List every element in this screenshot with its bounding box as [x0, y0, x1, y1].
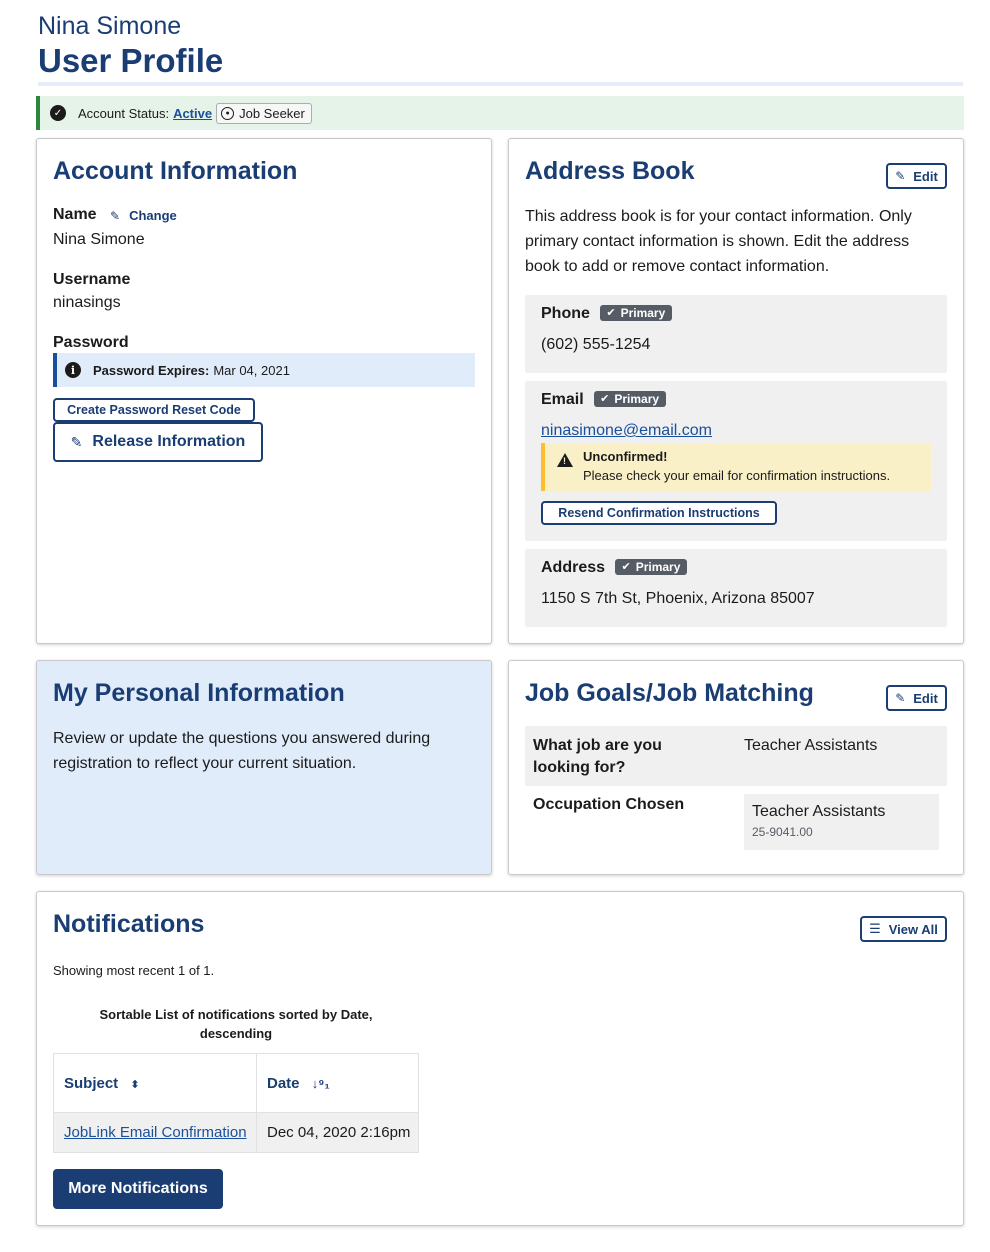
- warning-icon: !: [557, 453, 573, 467]
- info-icon: i: [65, 362, 81, 378]
- resend-confirmation-label: Resend Confirmation Instructions: [558, 506, 760, 520]
- account-information-title: Account Information: [53, 157, 298, 185]
- title-divider: [38, 82, 963, 86]
- phone-heading: Phone ✔ Primary: [541, 304, 673, 323]
- role-tag: ● Job Seeker: [216, 102, 312, 124]
- release-information-label: Release Information: [92, 433, 246, 450]
- unconfirmed-email-warning: ! Unconfirmed! Please check your email f…: [541, 443, 931, 491]
- user-name: Nina Simone: [38, 12, 182, 40]
- name-value: Nina Simone: [53, 231, 145, 248]
- job-goals-edit-label: Edit: [913, 690, 938, 706]
- notifications-table: Subject ⬍ Date ↓⁹₁ JobLink Email Confirm…: [53, 1053, 419, 1153]
- occupation-name: Teacher Assistants: [752, 803, 886, 820]
- more-notifications-button[interactable]: More Notifications: [53, 1169, 223, 1209]
- address-book-edit-button[interactable]: ✎ Edit: [886, 163, 947, 189]
- job-goals-edit-button[interactable]: ✎ Edit: [886, 685, 947, 711]
- view-all-button[interactable]: ☰ View All: [860, 916, 947, 942]
- notification-subject-link[interactable]: JobLink Email Confirmation: [64, 1124, 247, 1141]
- name-label: Name: [53, 206, 97, 223]
- create-password-reset-code-label: Create Password Reset Code: [67, 403, 241, 417]
- job-sought-label: What job are you looking for?: [533, 737, 662, 776]
- username-value: ninasings: [53, 294, 121, 311]
- occupation-chosen-box: Teacher Assistants 25-9041.00: [744, 794, 939, 850]
- subject-header-label: Subject: [64, 1074, 119, 1092]
- pencil-icon: ✎: [895, 169, 906, 183]
- password-label: Password: [53, 334, 129, 351]
- primary-badge: ✔ Primary: [600, 304, 673, 321]
- primary-label: Primary: [635, 559, 681, 574]
- address-value: 1150 S 7th St, Phoenix, Arizona 85007: [541, 590, 815, 607]
- view-all-label: View All: [888, 921, 938, 937]
- account-status-alert: ✓ Account Status: Active ● Job Seeker: [36, 96, 964, 130]
- checkmark-icon: ✔: [600, 393, 610, 405]
- table-caption: Sortable List of notifications sorted by…: [99, 1007, 373, 1041]
- role-label: Job Seeker: [239, 105, 305, 121]
- release-information-button[interactable]: ✎ Release Information: [53, 422, 263, 462]
- phone-value: (602) 555-1254: [541, 336, 651, 353]
- primary-badge: ✔ Primary: [615, 558, 688, 575]
- address-label: Address: [541, 559, 606, 576]
- more-notifications-label: More Notifications: [68, 1180, 208, 1197]
- subject-column-header[interactable]: Subject ⬍: [53, 1053, 257, 1113]
- primary-label: Primary: [614, 391, 660, 406]
- address-book-description: This address book is for your contact in…: [525, 208, 912, 275]
- check-circle-icon: ✓: [50, 105, 66, 121]
- page-title: User Profile: [38, 42, 224, 79]
- notifications-title: Notifications: [53, 910, 205, 938]
- date-column-header[interactable]: Date ↓⁹₁: [256, 1053, 419, 1113]
- job-goals-title: Job Goals/Job Matching: [525, 679, 814, 707]
- showing-text: Showing most recent 1 of 1.: [53, 963, 215, 978]
- date-header-label: Date: [267, 1074, 300, 1092]
- sort-descending-icon: ↓⁹₁: [311, 1075, 330, 1091]
- create-password-reset-code-button[interactable]: Create Password Reset Code: [53, 398, 255, 422]
- checkmark-icon: ✔: [606, 307, 616, 319]
- personal-information-title: My Personal Information: [53, 679, 345, 707]
- address-book-title: Address Book: [525, 157, 695, 185]
- change-label: Change: [129, 208, 177, 223]
- change-name-link[interactable]: ✎ Change: [110, 208, 177, 223]
- pencil-icon: ✎: [110, 208, 121, 223]
- table-row: JobLink Email Confirmation Dec 04, 2020 …: [53, 1112, 419, 1153]
- list-icon: ☰: [869, 921, 881, 936]
- email-link[interactable]: ninasimone@email.com: [541, 422, 712, 440]
- unconfirmed-title: Unconfirmed!: [583, 449, 668, 464]
- unconfirmed-text: Please check your email for confirmation…: [583, 468, 891, 483]
- password-expires-label: Password Expires:: [93, 362, 210, 378]
- account-information-card: [36, 138, 492, 644]
- sort-icon: ⬍: [130, 1078, 140, 1091]
- occupation-chosen-label: Occupation Chosen: [533, 796, 685, 813]
- primary-badge: ✔ Primary: [594, 390, 667, 407]
- status-label: Account Status:: [78, 105, 170, 121]
- address-heading: Address ✔ Primary: [541, 558, 688, 577]
- checkmark-icon: ✔: [621, 561, 631, 573]
- username-label: Username: [53, 271, 131, 288]
- phone-label: Phone: [541, 305, 590, 322]
- job-sought-value: Teacher Assistants: [744, 737, 878, 754]
- email-heading: Email ✔ Primary: [541, 390, 667, 409]
- email-label: Email: [541, 391, 584, 408]
- notification-date-cell: Dec 04, 2020 2:16pm: [256, 1112, 419, 1153]
- occupation-code: 25-9041.00: [752, 825, 813, 839]
- resend-confirmation-button[interactable]: Resend Confirmation Instructions: [541, 501, 777, 525]
- notification-subject-cell: JobLink Email Confirmation: [53, 1112, 257, 1153]
- personal-information-description: Review or update the questions you answe…: [53, 730, 431, 772]
- password-expires-value: Mar 04, 2021: [213, 362, 290, 378]
- status-active-link[interactable]: Active: [173, 106, 212, 121]
- address-book-edit-label: Edit: [913, 168, 938, 184]
- primary-label: Primary: [620, 305, 666, 320]
- user-circle-icon: ●: [221, 106, 235, 120]
- password-expiry-alert: i Password Expires: Mar 04, 2021: [53, 353, 475, 387]
- pencil-icon: ✎: [70, 433, 83, 450]
- pencil-icon: ✎: [895, 691, 906, 705]
